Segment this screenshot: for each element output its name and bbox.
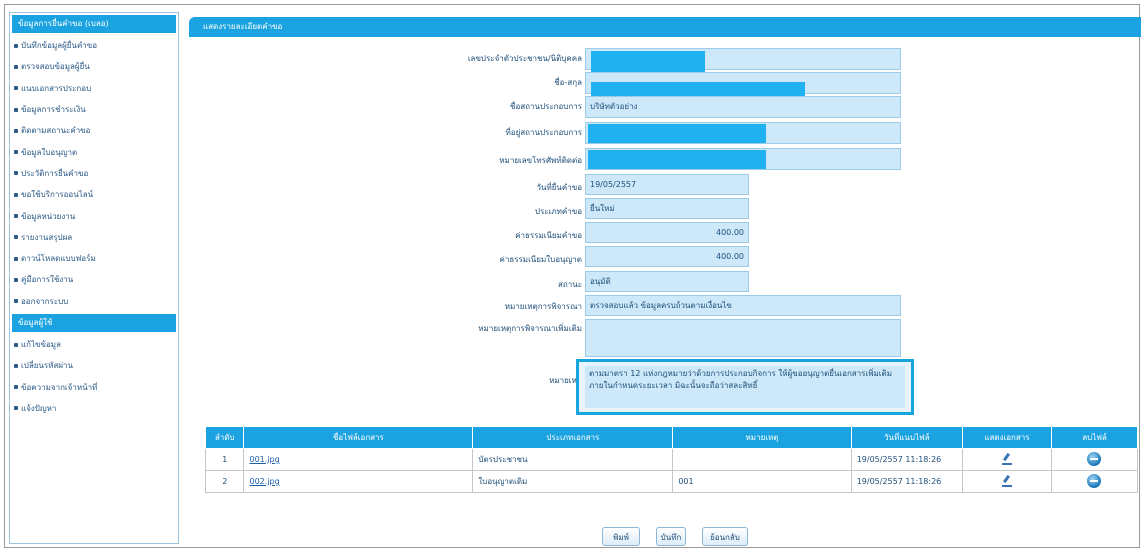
sidebar-item[interactable]: แนบเอกสารประกอบ [10, 78, 178, 99]
label-company: ชื่อสถานประกอบการ [510, 102, 582, 111]
sidebar-item[interactable]: เปลี่ยนรหัสผ่าน [10, 355, 178, 376]
bullet-icon [14, 385, 18, 390]
col-header: หมายเหตุ [672, 426, 852, 449]
table-row: 2 002.jpg ใบอนุญาตเดิม 001 19/05/2557 11… [204, 470, 1139, 493]
label-date: วันที่ยื่นคำขอ [536, 183, 582, 192]
label-name: ชื่อ-สกุล [554, 78, 582, 87]
save-button[interactable]: บันทึก [656, 527, 686, 546]
note-box: ตามมาตรา 12 แห่งกฎหมายว่าด้วยการประกอบกิ… [576, 359, 914, 415]
company-field: บริษัทตัวอย่าง [585, 96, 901, 118]
col-header: ประเภทเอกสาร [472, 426, 674, 449]
cell-index: 2 [204, 470, 245, 493]
cell-view[interactable] [961, 470, 1052, 493]
view-document-icon[interactable] [1001, 453, 1012, 465]
panel-title: แสดงรายละเอียดคำขอ [189, 17, 1141, 37]
redaction-block [588, 150, 766, 169]
label-type: ประเภทคำขอ [534, 207, 582, 216]
label-fee1: ค่าธรรมเนียมคำขอ [515, 231, 582, 240]
label-id-number: เลขประจำตัวประชาชน/นิติบุคคล [467, 54, 582, 63]
col-header: ชื่อไฟล์เอกสาร [243, 426, 474, 449]
sidebar-item[interactable]: ประวัติการยื่นคำขอ [10, 163, 178, 184]
date-field: 19/05/2557 [585, 174, 749, 195]
sidebar-item[interactable]: ออกจากระบบ [10, 291, 178, 312]
bullet-icon [14, 107, 18, 112]
col-header: วันที่แนบไฟล์ [850, 426, 963, 449]
label-phone: หมายเลขโทรศัพท์ติดต่อ [499, 156, 582, 165]
label-address: ที่อยู่สถานประกอบการ [505, 128, 582, 137]
bullet-icon [14, 299, 18, 304]
bullet-icon [14, 64, 18, 69]
bullet-icon [14, 43, 18, 48]
reason2-textarea [585, 319, 901, 357]
bullet-icon [14, 150, 18, 155]
sidebar-item[interactable]: ข้อมูลการชำระเงิน [10, 99, 178, 120]
cell-index: 1 [204, 448, 245, 471]
col-header: ลำดับ [204, 426, 245, 449]
cell-date: 19/05/2557 11:18:26 [850, 470, 963, 493]
sidebar-section-header: ข้อมูลผู้ใช้ [12, 313, 176, 332]
back-button[interactable]: ย้อนกลับ [702, 527, 748, 546]
label-reason: หมายเหตุการพิจารณา [504, 302, 582, 311]
sidebar-item[interactable]: แจ้งปัญหา [10, 398, 178, 419]
cell-filename[interactable]: 001.jpg [243, 448, 474, 471]
table-header-row: ลำดับ ชื่อไฟล์เอกสาร ประเภทเอกสาร หมายเห… [204, 426, 1139, 449]
sidebar-item[interactable]: ข้อมูลใบอนุญาต [10, 141, 178, 162]
bullet-icon [14, 86, 18, 91]
bullet-icon [14, 171, 18, 176]
print-button[interactable]: พิมพ์ [602, 527, 640, 546]
sidebar-item[interactable]: ขอใช้บริการออนไลน์ [10, 184, 178, 205]
bullet-icon [14, 192, 18, 197]
bullet-icon [14, 277, 18, 282]
delete-icon[interactable] [1087, 473, 1102, 488]
sidebar-item[interactable]: ข้อมูลหน่วยงาน [10, 205, 178, 226]
col-header: ลบไฟล์ [1050, 426, 1139, 449]
documents-table: ลำดับ ชื่อไฟล์เอกสาร ประเภทเอกสาร หมายเห… [204, 426, 1139, 493]
bullet-icon [14, 214, 18, 219]
file-link[interactable]: 001.jpg [249, 455, 279, 464]
label-note: หมายเหตุ [549, 376, 582, 385]
bullet-icon [14, 235, 18, 240]
bullet-icon [14, 363, 18, 368]
sidebar-item[interactable]: ข้อความจากเจ้าหน้าที่ [10, 376, 178, 397]
view-document-icon[interactable] [1001, 475, 1012, 487]
bullet-icon [14, 342, 18, 347]
status-field: อนุมัติ [585, 271, 749, 292]
sidebar-item[interactable]: คู่มือการใช้งาน [10, 269, 178, 290]
table-row: 1 001.jpg บัตรประชาชน 19/05/2557 11:18:2… [204, 448, 1139, 471]
cell-delete[interactable] [1050, 448, 1139, 471]
file-link[interactable]: 002.jpg [249, 477, 279, 486]
cell-note [672, 448, 852, 471]
cell-view[interactable] [961, 448, 1052, 471]
label-status: สถานะ [558, 280, 582, 289]
delete-icon[interactable] [1087, 451, 1102, 466]
cell-doctype: ใบอนุญาตเดิม [472, 470, 674, 493]
cell-filename[interactable]: 002.jpg [243, 470, 474, 493]
type-field: ยื่นใหม่ [585, 198, 749, 219]
sidebar-item[interactable]: ตรวจสอบข้อมูลผู้ยื่น [10, 56, 178, 77]
cell-doctype: บัตรประชาชน [472, 448, 674, 471]
fee1-field: 400.00 [585, 222, 749, 243]
cell-delete[interactable] [1050, 470, 1139, 493]
sidebar-item[interactable]: รายงานสรุปผล [10, 227, 178, 248]
reason-field: ตรวจสอบแล้ว ข้อมูลครบถ้วนตามเงื่อนไข [585, 295, 901, 316]
cell-note: 001 [672, 470, 852, 493]
redaction-block [588, 124, 766, 143]
fee2-field: 400.00 [585, 246, 749, 267]
label-reason2: หมายเหตุการพิจารณาเพิ่มเติม [478, 324, 582, 333]
sidebar-item[interactable]: ติดตามสถานะคำขอ [10, 120, 178, 141]
sidebar-item[interactable]: บันทึกข้อมูลผู้ยื่นคำขอ [10, 35, 178, 56]
col-header: แสดงเอกสาร [961, 426, 1052, 449]
label-fee2: ค่าธรรมเนียมใบอนุญาต [499, 255, 582, 264]
note-text: ตามมาตรา 12 แห่งกฎหมายว่าด้วยการประกอบกิ… [585, 366, 905, 408]
bullet-icon [14, 256, 18, 261]
cell-date: 19/05/2557 11:18:26 [850, 448, 963, 471]
sidebar: ข้อมูลการยื่นคำขอ (เบลอ) บันทึกข้อมูลผู้… [9, 12, 179, 544]
sidebar-item[interactable]: ดาวน์โหลดแบบฟอร์ม [10, 248, 178, 269]
sidebar-item[interactable]: แก้ไขข้อมูล [10, 334, 178, 355]
sidebar-section-header: ข้อมูลการยื่นคำขอ (เบลอ) [12, 15, 176, 33]
bullet-icon [14, 128, 18, 133]
bullet-icon [14, 406, 18, 411]
redaction-block [591, 51, 705, 73]
